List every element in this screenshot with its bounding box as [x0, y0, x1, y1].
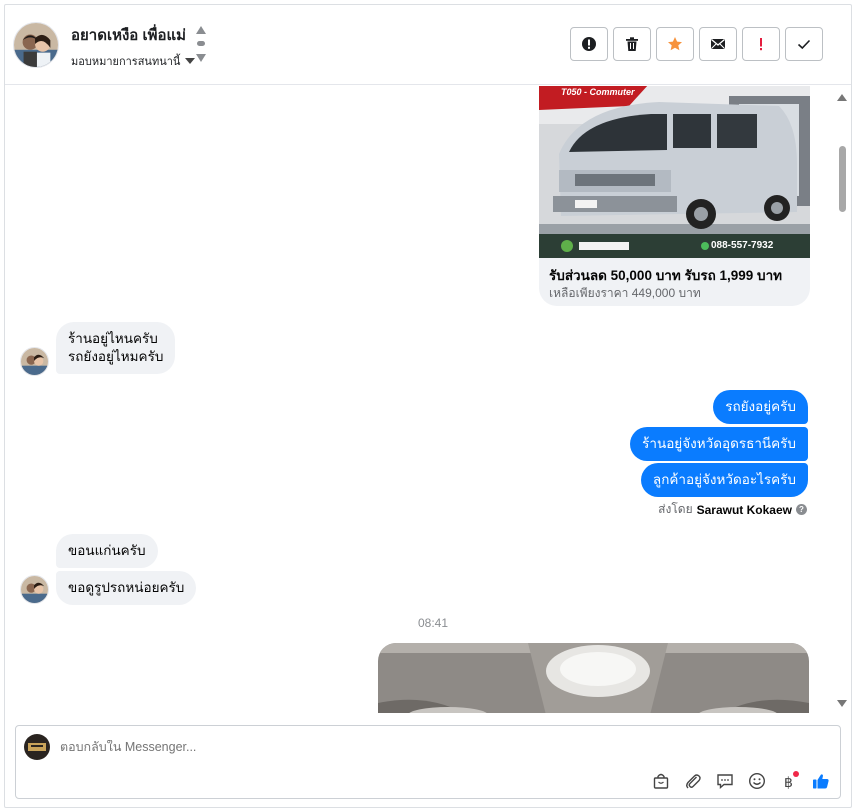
mark-unread-button[interactable]: [699, 27, 737, 61]
reply-input[interactable]: [60, 740, 660, 754]
outgoing-message[interactable]: ร้านอยู่จังหวัดอุดรธานีครับ: [630, 427, 808, 461]
conversation-nav-arrows[interactable]: [195, 25, 207, 65]
report-spam-button[interactable]: [570, 27, 608, 61]
trash-icon: [626, 37, 638, 51]
exclamation-circle-icon: [582, 37, 596, 51]
scroll-up-icon[interactable]: [837, 94, 847, 101]
card-image-banner: T050 - Commuter: [561, 87, 635, 97]
message-thread[interactable]: T050 - Commuter 088-557-7932 รับส่วนลด 5…: [5, 86, 851, 713]
reply-composer: ฿: [15, 725, 841, 799]
previous-arrow-icon[interactable]: [196, 26, 206, 34]
exclamation-icon: [760, 38, 762, 51]
product-card[interactable]: T050 - Commuter 088-557-7932 รับส่วนลด 5…: [539, 86, 810, 306]
contact-name[interactable]: อยาดเหงือ เพื่อแม่: [71, 23, 186, 47]
sent-by-label: ส่งโดย Sarawut Kokaew ?: [658, 500, 807, 519]
conversation-header: อยาดเหงือ เพื่อแม่ มอบหมายการสนทนานี้: [5, 5, 851, 85]
scroll-thumb[interactable]: [839, 146, 846, 212]
assign-conversation-dropdown[interactable]: มอบหมายการสนทนานี้: [71, 52, 196, 70]
page-avatar: [24, 734, 50, 760]
paperclip-icon[interactable]: [682, 770, 704, 792]
important-button[interactable]: [742, 27, 780, 61]
nav-dot-icon: [197, 41, 205, 46]
sent-by-prefix: ส่งโดย: [658, 502, 693, 516]
check-icon: [797, 39, 811, 50]
incoming-message[interactable]: ร้านอยู่ไหนครับ รถยังอยู่ไหมครับ: [56, 322, 176, 374]
mark-done-button[interactable]: [785, 27, 823, 61]
star-button[interactable]: [656, 27, 694, 61]
van-ad-image[interactable]: [539, 86, 810, 258]
thumbs-up-icon[interactable]: [810, 770, 832, 792]
card-subtitle: เหลือเพียงราคา 449,000 บาท: [549, 286, 701, 300]
scroll-down-icon[interactable]: [837, 700, 847, 707]
help-icon[interactable]: ?: [796, 504, 807, 515]
sender-avatar[interactable]: [20, 575, 49, 604]
card-title: รับส่วนลด 50,000 บาท รับรถ 1,999 บาท: [549, 268, 783, 283]
card-image-phone: 088-557-7932: [711, 240, 774, 251]
delete-button[interactable]: [613, 27, 651, 61]
baht-payment-icon[interactable]: ฿: [778, 770, 800, 792]
message-line: ร้านอยู่ไหนครับ: [68, 331, 158, 346]
incoming-message[interactable]: ขอดูรูปรถหน่อยครับ: [56, 571, 197, 605]
star-icon: [668, 37, 682, 51]
assign-label: มอบหมายการสนทนานี้: [71, 56, 181, 68]
chevron-down-icon: [185, 58, 196, 64]
outgoing-message[interactable]: รถยังอยู่ครับ: [713, 390, 808, 424]
van-interior-image[interactable]: [378, 643, 809, 713]
svg-text:฿: ฿: [784, 775, 793, 790]
contact-avatar[interactable]: [13, 22, 59, 68]
outgoing-message[interactable]: ลูกค้าอยู่จังหวัดอะไรครับ: [640, 463, 808, 497]
composer-toolbar: ฿: [650, 770, 832, 792]
notification-dot: [793, 771, 799, 777]
message-line: รถยังอยู่ไหมครับ: [68, 349, 164, 364]
saved-reply-icon[interactable]: [714, 770, 736, 792]
message-timestamp: 08:41: [417, 616, 449, 630]
message-scrollbar[interactable]: [833, 86, 851, 713]
next-arrow-icon[interactable]: [196, 54, 206, 62]
envelope-icon: [711, 39, 725, 49]
conversation-panel: อยาดเหงือ เพื่อแม่ มอบหมายการสนทนานี้ T0…: [4, 4, 852, 808]
sender-avatar[interactable]: [20, 347, 49, 376]
shopping-bag-icon[interactable]: [650, 770, 672, 792]
incoming-message[interactable]: ขอนแก่นครับ: [56, 534, 158, 568]
emoji-icon[interactable]: [746, 770, 768, 792]
sent-by-name[interactable]: Sarawut Kokaew: [697, 503, 792, 517]
